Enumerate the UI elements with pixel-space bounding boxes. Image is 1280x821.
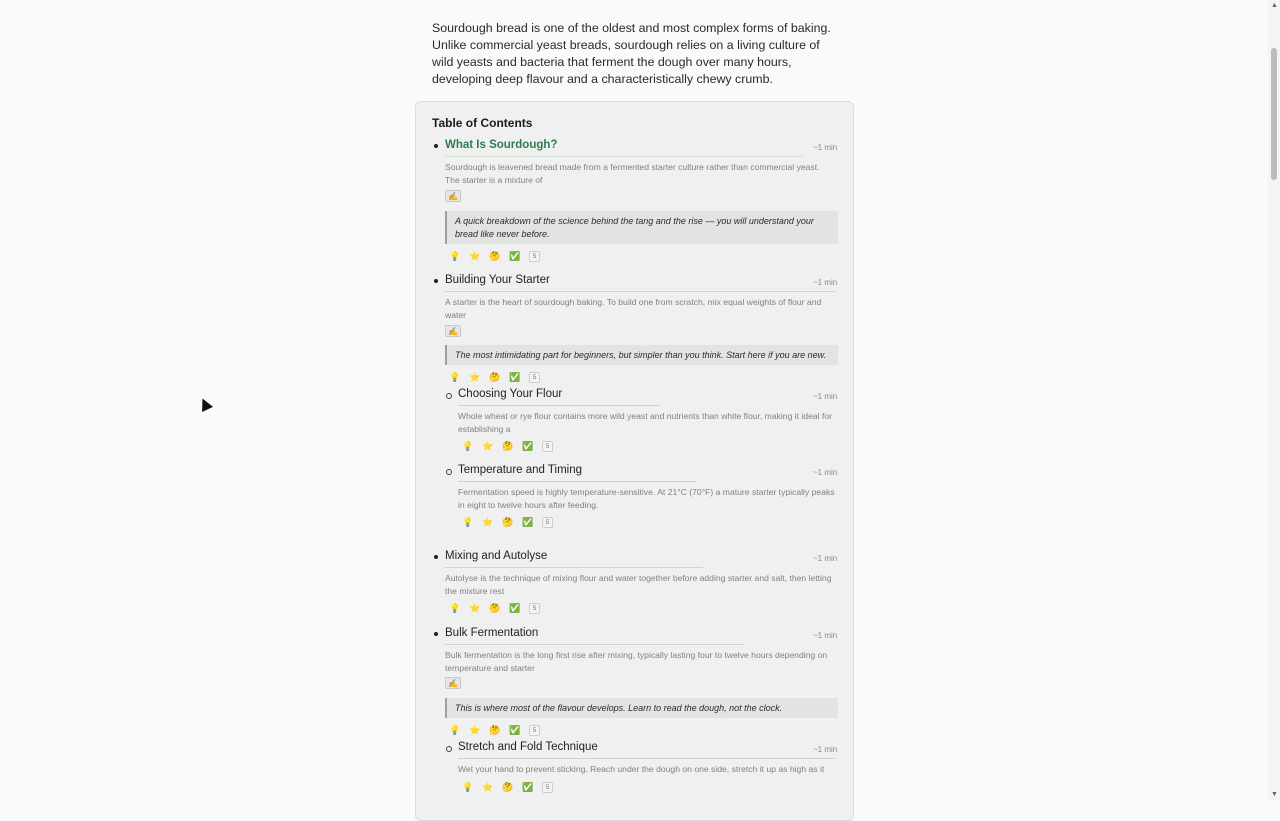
bullet [434, 555, 438, 559]
star-icon[interactable]: ⭐ [469, 724, 481, 736]
lightbulb-icon[interactable]: 💡 [449, 371, 461, 383]
progress-line [458, 481, 696, 482]
lightbulb-icon[interactable]: 💡 [449, 602, 461, 614]
read-time: ~1 min [813, 278, 838, 287]
bullet [434, 144, 438, 148]
lightbulb-icon[interactable]: 💡 [462, 781, 474, 793]
toc-link-building-your-starter[interactable]: Building Your Starter [445, 274, 550, 286]
progress-line [458, 405, 660, 406]
bullet [434, 279, 438, 283]
thinking-icon[interactable]: 🤔 [489, 250, 501, 262]
reaction-bar: 💡 ⭐ 🤔 ✅ 5 [449, 602, 540, 614]
scrollbar-thumb[interactable] [1271, 48, 1277, 180]
intro-paragraph: Sourdough bread is one of the oldest and… [432, 21, 831, 86]
reaction-bar: 💡 ⭐ 🤔 ✅ 5 [462, 516, 553, 528]
progress-line [445, 156, 803, 157]
progress-line [445, 644, 745, 645]
checkmark-icon[interactable]: ✅ [509, 602, 521, 614]
checkmark-icon[interactable]: ✅ [522, 516, 534, 528]
lightbulb-icon[interactable]: 💡 [462, 516, 474, 528]
mouse-cursor-icon [197, 396, 213, 412]
section-excerpt: Sourdough is leavened bread made from a … [445, 162, 820, 185]
page-scrollbar[interactable]: ▲ ▼ [1268, 0, 1280, 800]
checkmark-icon[interactable]: ✅ [522, 781, 534, 793]
reaction-count: 5 [529, 371, 540, 383]
read-time: ~1 min [813, 554, 838, 563]
section-excerpt: Wet your hand to prevent sticking. Reach… [458, 764, 825, 774]
reaction-bar: 💡 ⭐ 🤔 ✅ 5 [462, 440, 553, 452]
reaction-count: 5 [542, 781, 553, 793]
bullet [446, 393, 452, 399]
bullet [446, 746, 452, 752]
lightbulb-icon[interactable]: 💡 [449, 724, 461, 736]
section-quote: A quick breakdown of the science behind … [445, 211, 838, 244]
read-time: ~1 min [813, 631, 838, 640]
section-excerpt: Bulk fermentation is the long first rise… [445, 650, 828, 673]
star-icon[interactable]: ⭐ [482, 781, 494, 793]
thinking-icon[interactable]: 🤔 [489, 602, 501, 614]
read-time: ~1 min [813, 745, 838, 754]
reaction-count: 5 [529, 724, 540, 736]
thinking-icon[interactable]: 🤔 [502, 781, 514, 793]
progress-line [445, 291, 835, 292]
note-icon[interactable]: ✍ [445, 677, 461, 689]
toc-link-what-is-sourdough[interactable]: What Is Sourdough? [445, 139, 557, 151]
toc-link-bulk-fermentation[interactable]: Bulk Fermentation [445, 627, 538, 639]
star-icon[interactable]: ⭐ [469, 250, 481, 262]
checkmark-icon[interactable]: ✅ [509, 250, 521, 262]
thinking-icon[interactable]: 🤔 [489, 371, 501, 383]
section-excerpt: Fermentation speed is highly temperature… [458, 487, 835, 510]
reaction-count: 5 [542, 440, 553, 452]
lightbulb-icon[interactable]: 💡 [449, 250, 461, 262]
thinking-icon[interactable]: 🤔 [489, 724, 501, 736]
checkmark-icon[interactable]: ✅ [522, 440, 534, 452]
toc-title: Table of Contents [432, 116, 533, 130]
section-excerpt: Whole wheat or rye flour contains more w… [458, 411, 833, 434]
star-icon[interactable]: ⭐ [469, 371, 481, 383]
reaction-count: 5 [529, 250, 540, 262]
scroll-down-arrow-icon[interactable]: ▼ [1271, 791, 1278, 798]
toc-link-stretch-and-fold[interactable]: Stretch and Fold Technique [458, 741, 598, 753]
reaction-bar: 💡 ⭐ 🤔 ✅ 5 [449, 724, 540, 736]
reaction-count: 5 [529, 602, 540, 614]
bullet [446, 469, 452, 475]
star-icon[interactable]: ⭐ [482, 516, 494, 528]
note-icon[interactable]: ✍ [445, 325, 461, 337]
reaction-bar: 💡 ⭐ 🤔 ✅ 5 [462, 781, 553, 793]
checkmark-icon[interactable]: ✅ [509, 371, 521, 383]
read-time: ~1 min [813, 143, 838, 152]
progress-line [445, 567, 703, 568]
star-icon[interactable]: ⭐ [469, 602, 481, 614]
reaction-count: 5 [542, 516, 553, 528]
progress-line [458, 758, 835, 759]
section-excerpt: A starter is the heart of sourdough baki… [445, 297, 822, 320]
read-time: ~1 min [813, 468, 838, 477]
note-icon[interactable]: ✍ [445, 190, 461, 202]
toc-link-choosing-your-flour[interactable]: Choosing Your Flour [458, 388, 562, 400]
section-quote: This is where most of the flavour develo… [445, 698, 838, 718]
scroll-up-arrow-icon[interactable]: ▲ [1271, 2, 1278, 9]
star-icon[interactable]: ⭐ [482, 440, 494, 452]
toc-link-temperature-and-timing[interactable]: Temperature and Timing [458, 464, 582, 476]
reaction-bar: 💡 ⭐ 🤔 ✅ 5 [449, 371, 540, 383]
section-quote: The most intimidating part for beginners… [445, 345, 838, 365]
reaction-bar: 💡 ⭐ 🤔 ✅ 5 [449, 250, 540, 262]
thinking-icon[interactable]: 🤔 [502, 516, 514, 528]
section-excerpt: Autolyse is the technique of mixing flou… [445, 573, 832, 596]
checkmark-icon[interactable]: ✅ [509, 724, 521, 736]
thinking-icon[interactable]: 🤔 [502, 440, 514, 452]
toc-link-mixing-and-autolyse[interactable]: Mixing and Autolyse [445, 550, 547, 562]
bullet [434, 632, 438, 636]
lightbulb-icon[interactable]: 💡 [462, 440, 474, 452]
read-time: ~1 min [813, 392, 838, 401]
